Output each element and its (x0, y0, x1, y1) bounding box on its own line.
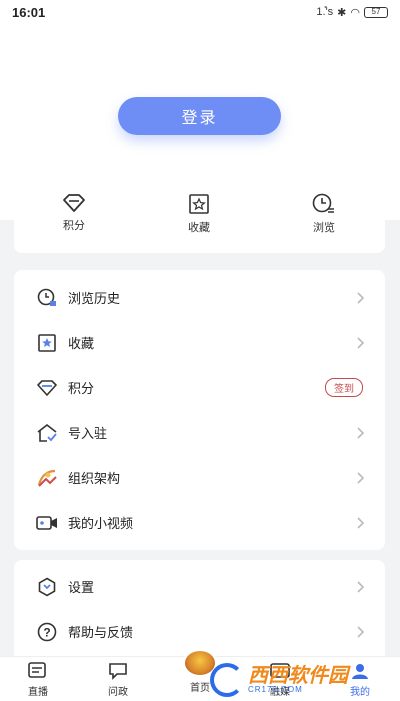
settings-icon (36, 576, 58, 598)
history-icon (36, 287, 58, 309)
watermark-text: 西西软件园 (248, 664, 348, 687)
menu-item-label: 浏览历史 (68, 291, 121, 306)
chevron-right-icon (357, 516, 365, 529)
battery-icon: 57 (364, 6, 388, 18)
menu-item-label: 积分 (68, 381, 95, 396)
question-chat-icon (109, 663, 127, 680)
quick-points[interactable]: 积分 (39, 193, 109, 233)
quick-access-card: 积分 收藏 浏览 (14, 185, 385, 253)
quick-favorites-label: 收藏 (188, 222, 210, 234)
quick-browse-label: 浏览 (313, 222, 335, 234)
watermark-subtext: CR173.COM (248, 684, 303, 694)
quick-browse[interactable]: 浏览 (289, 193, 359, 235)
sign-in-badge[interactable]: 签到 (325, 378, 363, 397)
house-check-icon (36, 422, 58, 444)
quick-favorites[interactable]: 收藏 (164, 193, 234, 235)
org-chart-icon (36, 467, 58, 489)
signal-text: 1.̊'s (316, 6, 334, 18)
diamond-icon (36, 377, 58, 399)
chevron-right-icon (357, 426, 365, 439)
login-button[interactable]: 登录 (118, 97, 281, 135)
tab-label: 首页 (190, 683, 210, 694)
menu-item-org-chart[interactable]: 组织架构 (14, 455, 385, 500)
status-bar: 16:01 1.̊'s ✱ ◠ 57 (0, 0, 400, 24)
help-icon: ? (36, 621, 58, 643)
menu-item-history[interactable]: 浏览历史 (14, 275, 385, 320)
chevron-right-icon (357, 336, 365, 349)
clock-icon (312, 193, 334, 213)
star-bookmark-icon (189, 194, 209, 214)
menu-item-label: 收藏 (68, 336, 95, 351)
chevron-right-icon (357, 580, 365, 593)
svg-text:?: ? (43, 625, 50, 639)
live-icon (28, 662, 46, 678)
tab-live[interactable]: 直播 (8, 661, 68, 698)
quick-points-label: 积分 (63, 220, 85, 232)
settings-card: 设置 ? 帮助与反馈 (14, 560, 385, 660)
star-bookmark-icon (36, 332, 58, 354)
watermark-logo-icon (210, 663, 244, 697)
menu-item-account-register[interactable]: 号入驻 (14, 410, 385, 455)
tab-inquiry[interactable]: 问政 (88, 661, 148, 698)
diamond-icon (63, 194, 85, 212)
menu-item-favorites[interactable]: 收藏 (14, 320, 385, 365)
menu-item-label: 号入驻 (68, 426, 108, 441)
menu-item-label: 组织架构 (68, 471, 121, 486)
bluetooth-icon: ✱ (337, 6, 347, 19)
menu-item-label: 帮助与反馈 (68, 625, 134, 640)
menu-item-label: 我的小视频 (68, 516, 134, 531)
menu-item-my-videos[interactable]: 我的小视频 (14, 500, 385, 545)
video-icon (36, 512, 58, 534)
menu-item-help-feedback[interactable]: ? 帮助与反馈 (14, 609, 385, 654)
wifi-icon: ◠ (350, 6, 360, 19)
menu-item-label: 设置 (68, 580, 95, 595)
chevron-right-icon (357, 625, 365, 638)
chevron-right-icon (357, 471, 365, 484)
chevron-right-icon (357, 291, 365, 304)
menu-card: 浏览历史 收藏 积分 签到 号入驻 组织架构 我的小视频 (14, 270, 385, 550)
menu-item-points[interactable]: 积分 签到 (14, 365, 385, 410)
menu-item-settings[interactable]: 设置 (14, 564, 385, 609)
tab-label: 问政 (108, 687, 128, 698)
status-time: 16:01 (12, 4, 46, 20)
status-icons: 1.̊'s ✱ ◠ 57 (316, 6, 388, 19)
site-watermark: 西西软件园 CR173.COM (210, 660, 380, 700)
tab-label: 直播 (28, 687, 48, 698)
